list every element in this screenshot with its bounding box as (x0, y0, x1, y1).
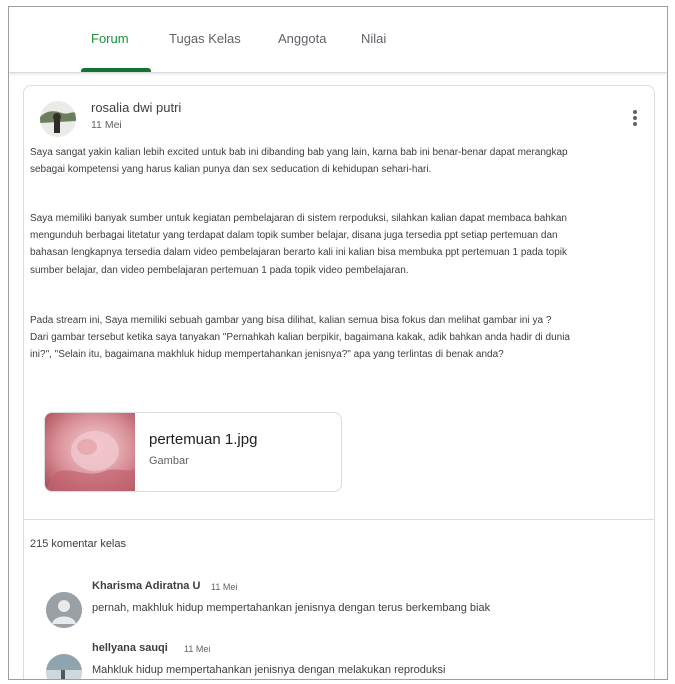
post-date: 11 Mei (91, 119, 122, 131)
image-thumbnail-icon (45, 413, 135, 491)
class-comments-link[interactable]: 215 komentar kelas (30, 538, 126, 550)
class-tab-bar: Forum Tugas Kelas Anggota Nilai (9, 7, 667, 73)
comment-1-date: 11 Mei (211, 582, 238, 592)
more-vert-icon[interactable] (628, 108, 642, 130)
tab-anggota[interactable]: Anggota (278, 31, 326, 46)
attachment-title[interactable]: pertemuan 1.jpg (149, 431, 257, 448)
post-author-name[interactable]: rosalia dwi putri (91, 100, 181, 115)
active-tab-indicator (81, 68, 151, 72)
post-paragraph-3: Pada stream ini, Saya memiliki sebuah ga… (30, 315, 570, 361)
post-paragraph-2: Saya memiliki banyak sumber untuk kegiat… (30, 213, 568, 276)
attachment-thumbnail (45, 413, 135, 491)
comment-1-text: pernah, makhluk hidup mempertahankan jen… (92, 602, 491, 614)
comment-2-date: 11 Mei (184, 644, 211, 654)
classroom-stream-frame: Forum Tugas Kelas Anggota Nilai rosalia … (8, 6, 668, 680)
author-photo-icon (40, 101, 76, 137)
comment-1-author[interactable]: Kharisma Adiratna U (92, 580, 200, 592)
attachment-card[interactable]: pertemuan 1.jpg Gambar (44, 412, 342, 492)
author-avatar[interactable] (40, 101, 76, 137)
comment-2-text: Mahkluk hidup mempertahankan jenisnya de… (92, 664, 446, 676)
comment-2-avatar[interactable] (46, 654, 82, 679)
comments-divider (24, 519, 654, 520)
person-avatar-icon (46, 592, 82, 628)
attachment-type: Gambar (149, 455, 189, 467)
post-paragraph-1: Saya sangat yakin kalian lebih excited u… (30, 147, 568, 176)
tab-tugas-kelas[interactable]: Tugas Kelas (169, 31, 241, 46)
tab-nilai[interactable]: Nilai (361, 31, 386, 46)
stream-post-card: rosalia dwi putri 11 Mei Saya sangat yak… (23, 85, 655, 679)
comment-2-author[interactable]: hellyana sauqi (92, 642, 168, 654)
person-photo-icon (46, 654, 82, 679)
tab-forum[interactable]: Forum (91, 31, 129, 46)
comment-1-avatar[interactable] (46, 592, 82, 628)
